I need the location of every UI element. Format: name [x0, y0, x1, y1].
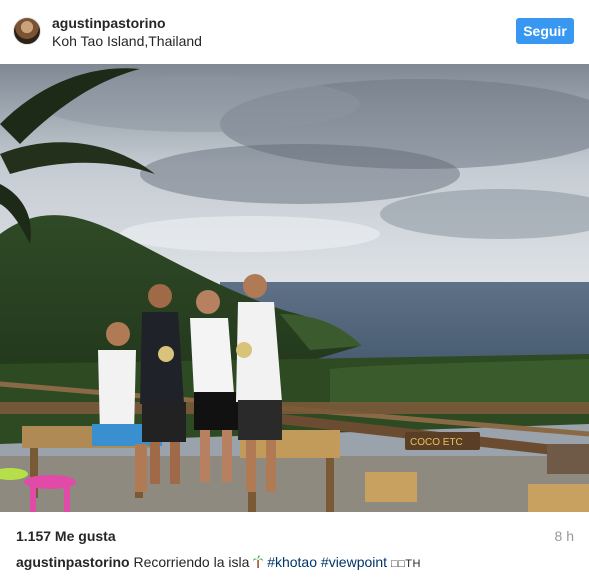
palm-tree-icon: [253, 555, 264, 568]
follow-button[interactable]: Seguir: [516, 18, 574, 44]
caption-text: Recorriendo la isla: [133, 554, 250, 570]
post-location[interactable]: Koh Tao Island,Thailand: [52, 33, 202, 49]
post-photo[interactable]: COCO ETC: [0, 64, 589, 512]
caption-suffix: □□TH: [390, 558, 421, 570]
post-header: agustinpastorino Koh Tao Island,Thailand…: [0, 0, 589, 64]
post-caption: agustinpastorino Recorriendo la isla #kh…: [16, 554, 421, 572]
photo-sign: COCO ETC: [410, 437, 463, 448]
photo-image: COCO ETC: [0, 64, 589, 512]
post-username[interactable]: agustinpastorino: [52, 15, 166, 31]
caption-username[interactable]: agustinpastorino: [16, 554, 130, 570]
hashtag-khotao[interactable]: #khotao: [267, 554, 317, 570]
post-footer: 1.157 Me gusta 8 h agustinpastorino Reco…: [0, 512, 589, 577]
likes-count[interactable]: 1.157 Me gusta: [16, 528, 116, 544]
post-time[interactable]: 8 h: [555, 528, 574, 544]
avatar[interactable]: [13, 17, 41, 45]
hashtag-viewpoint[interactable]: #viewpoint: [321, 554, 387, 570]
